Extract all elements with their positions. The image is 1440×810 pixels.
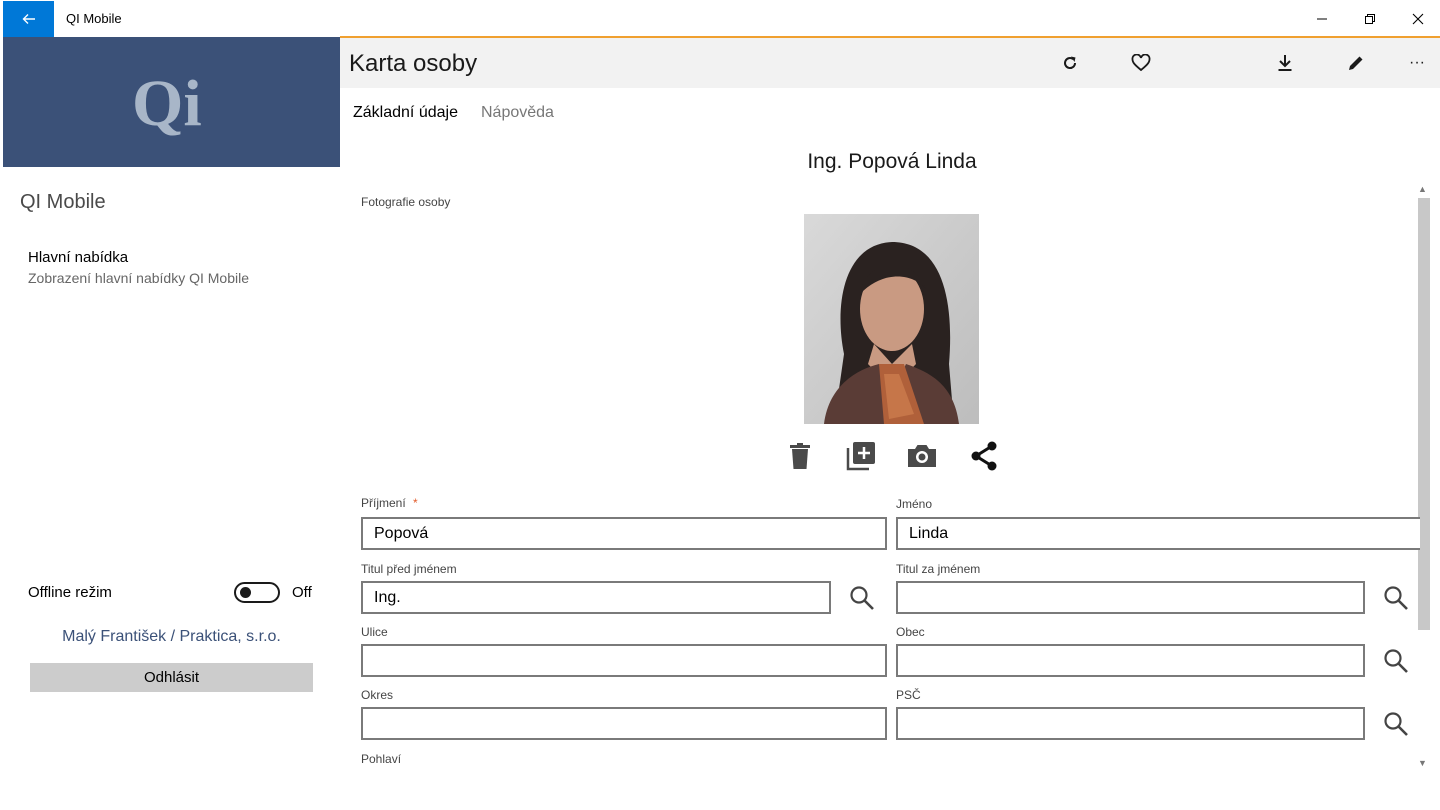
required-marker: * xyxy=(413,496,418,510)
titul-pred-field[interactable]: Ing. xyxy=(361,581,831,614)
add-photo-icon xyxy=(846,442,875,471)
back-button[interactable] xyxy=(3,1,54,37)
titul-pred-search-button[interactable] xyxy=(847,583,877,613)
download-button[interactable] xyxy=(1272,50,1298,76)
photo-label: Fotografie osoby xyxy=(361,195,451,209)
camera-icon xyxy=(908,445,936,467)
ulice-field[interactable] xyxy=(361,644,887,677)
obec-field[interactable] xyxy=(896,644,1365,677)
refresh-button[interactable] xyxy=(1057,50,1083,76)
jmeno-field[interactable]: Linda xyxy=(896,517,1420,550)
menu-item-title: Hlavní nabídka xyxy=(28,249,129,266)
arrow-left-icon xyxy=(22,14,35,24)
titul-za-search-button[interactable] xyxy=(1381,583,1411,613)
search-icon xyxy=(1384,712,1408,736)
okres-label: Okres xyxy=(361,688,394,702)
more-button[interactable]: ··· xyxy=(1404,50,1430,76)
close-button[interactable] xyxy=(1394,0,1440,38)
logo: Qi xyxy=(3,37,340,167)
person-full-name: Ing. Popová Linda xyxy=(807,150,977,173)
search-icon xyxy=(850,586,874,610)
prijmeni-field[interactable]: Popová xyxy=(361,517,887,550)
camera-button[interactable] xyxy=(906,440,938,472)
psc-label: PSČ xyxy=(896,688,921,702)
share-photo-button[interactable] xyxy=(968,440,1000,472)
page-title: Karta osoby xyxy=(349,50,478,77)
app-title: QI Mobile xyxy=(66,11,122,26)
edit-icon xyxy=(1349,56,1363,70)
edit-button[interactable] xyxy=(1343,50,1369,76)
titul-za-field[interactable] xyxy=(896,581,1365,614)
delete-icon xyxy=(790,443,810,469)
obec-search-button[interactable] xyxy=(1381,646,1411,676)
restore-button[interactable] xyxy=(1346,0,1394,38)
minimize-icon xyxy=(1317,18,1327,20)
search-icon xyxy=(1384,586,1408,610)
download-icon xyxy=(1278,55,1292,71)
prijmeni-label: Příjmení * xyxy=(361,496,418,510)
qi-logo-icon: Qi xyxy=(132,67,202,137)
scrollbar-thumb[interactable] xyxy=(1418,198,1430,630)
jmeno-label: Jméno xyxy=(896,497,933,511)
delete-photo-button[interactable] xyxy=(784,440,816,472)
offline-toggle[interactable] xyxy=(234,582,280,603)
search-icon xyxy=(1384,649,1408,673)
share-icon xyxy=(971,441,997,471)
user-info-link[interactable]: Malý František / Praktica, s.r.o. xyxy=(3,628,340,646)
ulice-label: Ulice xyxy=(361,625,388,639)
sidebar-item-main-menu[interactable]: Hlavní nabídka Zobrazení hlavní nabídky … xyxy=(28,249,249,286)
more-icon: ··· xyxy=(1409,54,1425,71)
refresh-icon xyxy=(1064,56,1077,69)
psc-field[interactable] xyxy=(896,707,1365,740)
okres-field[interactable] xyxy=(361,707,887,740)
toggle-knob xyxy=(240,587,251,598)
close-icon xyxy=(1412,13,1424,25)
sidebar: Qi QI Mobile Hlavní nabídka Zobrazení hl… xyxy=(3,37,340,810)
offline-mode-label: Offline režim xyxy=(28,584,112,601)
heart-icon xyxy=(1131,54,1151,72)
favorite-button[interactable] xyxy=(1128,50,1154,76)
tab-help[interactable]: Nápověda xyxy=(481,104,554,122)
tab-basic-info[interactable]: Základní údaje xyxy=(353,104,458,122)
menu-item-description: Zobrazení hlavní nabídky QI Mobile xyxy=(28,270,250,286)
restore-icon xyxy=(1365,14,1375,24)
pohlavi-label: Pohlaví xyxy=(361,752,402,766)
offline-toggle-state: Off xyxy=(292,584,312,601)
page-header: Karta osoby ··· xyxy=(340,38,1440,88)
title-bar: QI Mobile xyxy=(0,0,1440,38)
scroll-up-arrow[interactable]: ▲ xyxy=(1418,184,1427,194)
logout-button[interactable]: Odhlásit xyxy=(30,663,313,692)
psc-search-button[interactable] xyxy=(1381,709,1411,739)
minimize-button[interactable] xyxy=(1298,0,1346,38)
obec-label: Obec xyxy=(896,625,925,639)
person-photo xyxy=(804,214,979,424)
add-photo-button[interactable] xyxy=(845,440,877,472)
scroll-down-arrow[interactable]: ▼ xyxy=(1418,758,1427,768)
titul-za-label: Titul za jménem xyxy=(896,562,981,576)
sidebar-app-name: QI Mobile xyxy=(20,191,106,213)
titul-pred-label: Titul před jménem xyxy=(361,562,457,576)
svg-text:Qi: Qi xyxy=(132,67,202,137)
